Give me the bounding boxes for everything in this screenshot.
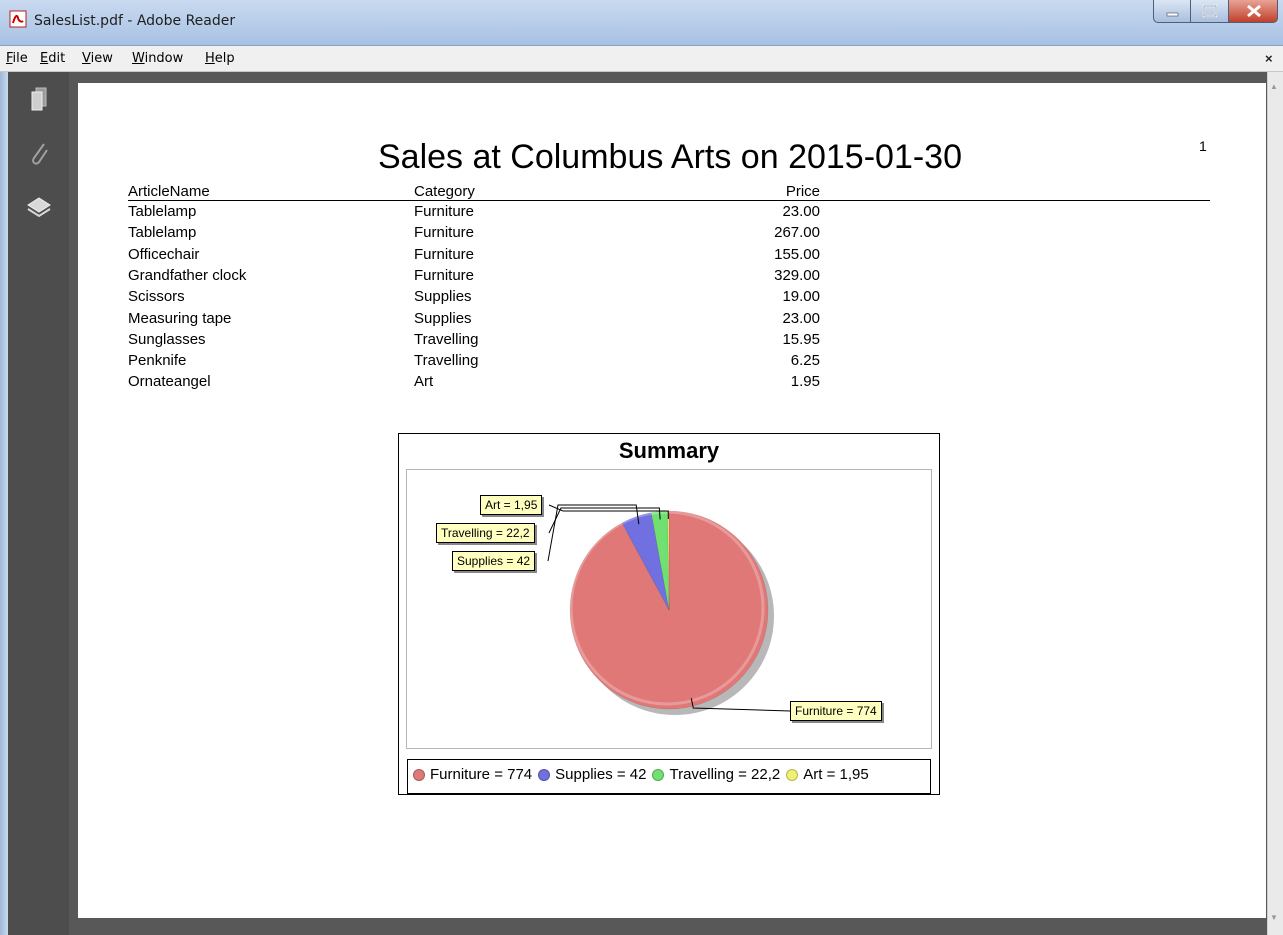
- legend-entry-travelling: Travelling = 22,2: [652, 766, 780, 783]
- legend-label: Art = 1,95: [803, 766, 869, 783]
- legend-swatch: [413, 768, 425, 781]
- callout-travelling: Travelling = 22,2: [436, 523, 535, 543]
- callout-supplies: Supplies = 42: [452, 551, 536, 571]
- callout-art: Art = 1,95: [480, 495, 543, 515]
- chart-legend: Furniture = 774 Supplies = 42 Travelling =…: [413, 766, 875, 783]
- legend-entry-art: Art = 1,95: [786, 766, 869, 783]
- legend-swatch: [786, 768, 799, 781]
- legend-entry-supplies: Supplies = 42: [538, 766, 646, 783]
- legend-label: Travelling = 22,2: [669, 766, 781, 783]
- legend-entry-furniture: Furniture = 774: [413, 766, 532, 783]
- legend-label: Furniture = 774: [430, 766, 533, 783]
- callout-furniture: Furniture = 774: [790, 701, 882, 721]
- legend-swatch: [652, 768, 665, 781]
- legend-label: Supplies = 42: [555, 766, 647, 783]
- pie-chart: [547, 504, 791, 715]
- legend-swatch: [538, 768, 551, 781]
